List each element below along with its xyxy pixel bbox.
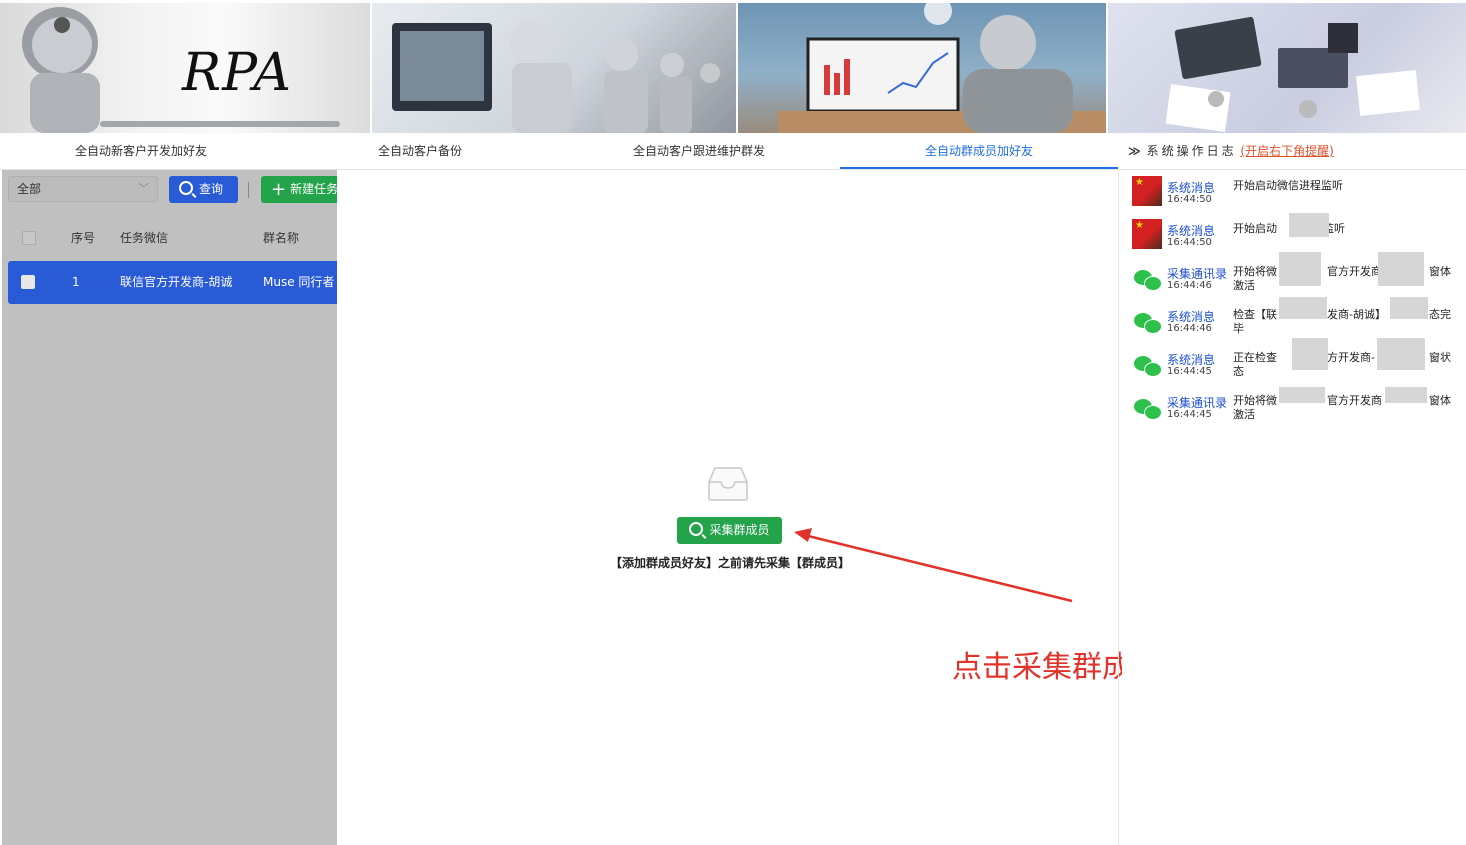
banner-image-robot-charts	[738, 3, 1106, 133]
collect-button-label: 采集群成员	[709, 523, 770, 537]
wechat-icon	[1132, 391, 1162, 421]
log-message-mid: 官方开发商	[1327, 394, 1382, 407]
module-tabs: 全自动新客户开发加好友 全自动客户备份 全自动客户跟进维护群发 全自动群成员加好…	[0, 133, 1120, 170]
tab-new-customer-friend[interactable]: 全自动新客户开发加好友	[0, 133, 282, 169]
log-message-mid: 方开发商-	[1327, 351, 1375, 364]
enable-notification-link[interactable]: (开启右下角提醒)	[1240, 144, 1333, 158]
log-entry: 系统消息 16:44:46 检查【联 发商-胡诚】 态完 毕	[1132, 297, 1462, 341]
banner-image-robots-desk	[1108, 3, 1466, 133]
row-wechat: 联信官方开发商-胡诚	[120, 275, 233, 289]
avatar: ★	[1132, 219, 1162, 249]
log-message: 开始启动微信进程监听	[1233, 179, 1343, 192]
log-panel-title: 系统操作日志	[1146, 144, 1237, 158]
panel-divider	[1118, 170, 1119, 845]
wechat-icon	[1132, 262, 1162, 292]
log-message-start: 开始启动	[1233, 222, 1277, 235]
log-message-start: 检查【联	[1233, 308, 1277, 321]
log-message-tail: 态完	[1429, 308, 1451, 321]
tab-customer-backup[interactable]: 全自动客户备份	[282, 133, 558, 169]
task-toolbar: 全部 ﹀ 查询 + 新建任务	[2, 170, 337, 208]
row-index: 1	[72, 275, 80, 289]
redaction-blur	[1279, 252, 1321, 286]
log-time: 16:44:46	[1167, 323, 1212, 334]
log-message-start: 开始将微	[1233, 265, 1277, 278]
redaction-blur	[1289, 213, 1329, 237]
query-button-label: 查询	[199, 182, 224, 196]
robots-illustration	[392, 21, 720, 133]
log-message-line2: 态	[1233, 365, 1244, 378]
search-icon	[179, 181, 193, 195]
wechat-icon	[1132, 305, 1162, 335]
log-message: 正在检查 方开发商- 窗状 态	[1233, 351, 1459, 379]
log-message: 开始启动 监听	[1233, 222, 1459, 236]
log-message-mid: 官方开发商	[1327, 265, 1382, 278]
log-entry: 采集通讯录 16:44:46 开始将微 官方开发商 窗体 激活	[1132, 252, 1462, 298]
redaction-blur	[1378, 252, 1424, 286]
filter-select[interactable]: 全部 ﹀	[8, 176, 158, 202]
filter-select-value: 全部	[17, 182, 42, 196]
toolbar-divider	[248, 182, 249, 198]
log-entry: ★ 系统消息 16:44:50 开始启动 监听	[1132, 213, 1462, 255]
log-message-start: 开始将微	[1233, 394, 1277, 407]
select-all-checkbox[interactable]	[22, 231, 36, 245]
log-message-tail: 窗体	[1429, 394, 1451, 407]
redaction-blur	[1390, 297, 1428, 319]
log-entry: ★ 系统消息 16:44:50 开始启动微信进程监听	[1132, 172, 1462, 212]
log-message-line2: 激活	[1233, 279, 1255, 292]
log-time: 16:44:50	[1167, 237, 1212, 248]
main-content-area	[337, 170, 1120, 845]
row-checkbox[interactable]	[21, 275, 35, 289]
new-task-button[interactable]: + 新建任务	[261, 176, 337, 203]
log-time: 16:44:45	[1167, 366, 1212, 377]
desk-illustration	[1165, 16, 1420, 132]
banner-image-rpa: RPA	[0, 3, 370, 133]
tab-customer-follow-up[interactable]: 全自动客户跟进维护群发	[558, 133, 840, 169]
double-chevron-right-icon[interactable]: ≫	[1128, 144, 1141, 158]
rpa-logo-text: RPA	[182, 43, 292, 103]
log-message-line2: 激活	[1233, 408, 1255, 421]
log-message-line2: 毕	[1233, 322, 1244, 335]
collect-group-members-button[interactable]: 采集群成员	[677, 517, 782, 544]
log-message-tail: 窗状	[1429, 351, 1451, 364]
log-entry: 采集通讯录 16:44:45 开始将微 官方开发商 窗体 激活	[1132, 387, 1462, 427]
robot-monitor-illustration	[778, 3, 1106, 133]
tab-group-member-friend[interactable]: 全自动群成员加好友	[840, 133, 1118, 169]
table-row[interactable]: 1 联信官方开发商-胡诚 Muse 同行者	[8, 261, 337, 304]
redaction-blur	[1279, 387, 1325, 403]
new-task-button-label: 新建任务	[290, 182, 337, 196]
log-panel-header: ≫ 系统操作日志 (开启右下角提醒)	[1120, 133, 1466, 170]
task-list-panel: 全部 ﹀ 查询 + 新建任务 序号 任务微信 群名称 1 联信官方开发商-胡诚 M…	[2, 170, 337, 845]
search-icon	[689, 522, 704, 536]
row-group: Muse 同行者	[263, 275, 335, 289]
star-icon: ★	[1135, 220, 1144, 231]
redaction-blur	[1377, 338, 1425, 370]
log-entry: 系统消息 16:44:45 正在检查 方开发商- 窗状 态	[1132, 338, 1462, 384]
redaction-blur	[1385, 387, 1427, 403]
log-time: 16:44:45	[1167, 409, 1212, 420]
empty-inbox-icon	[708, 467, 748, 501]
log-message-mid: 发商-胡诚】	[1327, 308, 1386, 321]
empty-state-hint: 【添加群成员好友】之前请先采集【群成员】	[609, 556, 850, 570]
column-header-index: 序号	[71, 231, 96, 245]
log-message: 开始将微 官方开发商 窗体 激活	[1233, 265, 1459, 293]
log-message-start: 正在检查	[1233, 351, 1277, 364]
avatar: ★	[1132, 176, 1162, 206]
column-header-group: 群名称	[263, 231, 300, 245]
log-time: 16:44:50	[1167, 194, 1212, 205]
table-header: 序号 任务微信 群名称	[2, 222, 337, 254]
column-header-wechat: 任务微信	[120, 231, 169, 245]
wechat-icon	[1132, 348, 1162, 378]
redaction-blur	[1279, 297, 1327, 319]
plus-icon: +	[271, 179, 287, 200]
log-message-tail: 窗体	[1429, 265, 1451, 278]
log-panel: ★ 系统消息 16:44:50 开始启动微信进程监听 ★ 系统消息 16:44:…	[1122, 172, 1466, 845]
log-time: 16:44:46	[1167, 280, 1212, 291]
banner-image-robots-office	[372, 3, 736, 133]
redaction-blur	[1292, 338, 1328, 370]
chevron-down-icon: ﹀	[138, 182, 149, 195]
star-icon: ★	[1135, 177, 1144, 188]
query-button[interactable]: 查询	[169, 176, 238, 203]
